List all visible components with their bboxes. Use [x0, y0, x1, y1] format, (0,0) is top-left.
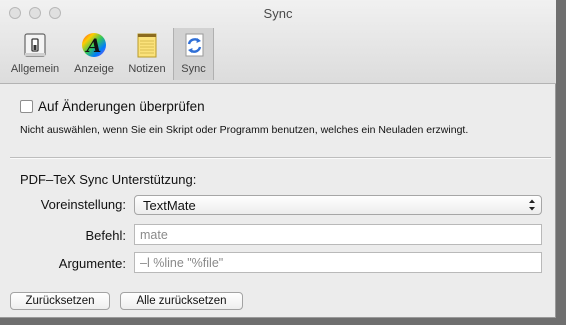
- toolbar-item-anzeige[interactable]: A Anzeige: [67, 28, 121, 80]
- title-bar: Sync Allgemein A Anzeige Notizen Sync: [0, 0, 556, 84]
- preferences-window: Sync Allgemein A Anzeige Notizen Sync Au…: [0, 0, 556, 318]
- color-font-icon: A: [82, 33, 106, 57]
- command-field[interactable]: [134, 224, 542, 245]
- toolbar-label-allgemein: Allgemein: [10, 63, 60, 75]
- check-changes-checkbox[interactable]: [20, 100, 33, 113]
- arguments-label: Argumente:: [58, 256, 126, 271]
- check-changes-label[interactable]: Auf Änderungen überprüfen: [38, 99, 205, 114]
- toolbar-item-allgemein[interactable]: Allgemein: [6, 28, 64, 80]
- window-title: Sync: [263, 6, 293, 21]
- separator: [10, 157, 551, 159]
- toolbar-label-anzeige: Anzeige: [74, 63, 114, 75]
- preset-popup[interactable]: TextMate: [134, 195, 542, 215]
- preset-value: TextMate: [143, 198, 196, 213]
- notepad-icon: [137, 33, 157, 58]
- toolbar-label-notizen: Notizen: [128, 63, 166, 75]
- section-title: PDF–TeX Sync Unterstützung:: [20, 172, 197, 187]
- svg-text:A: A: [85, 35, 102, 57]
- arguments-field[interactable]: [134, 252, 542, 273]
- preset-label: Voreinstellung:: [40, 197, 126, 212]
- sync-icon: [185, 33, 203, 57]
- reset-all-button[interactable]: Alle zurücksetzen: [120, 292, 243, 310]
- toolbar-label-sync: Sync: [181, 63, 206, 75]
- command-label: Befehl:: [85, 228, 126, 243]
- toolbar-item-notizen[interactable]: Notizen: [124, 28, 170, 80]
- check-changes-hint: Nicht auswählen, wenn Sie ein Skript ode…: [20, 124, 469, 136]
- switch-icon: [24, 33, 46, 57]
- toolbar-item-sync[interactable]: Sync: [173, 28, 214, 80]
- popup-arrows-icon: [529, 199, 535, 211]
- reset-button[interactable]: Zurücksetzen: [10, 292, 110, 310]
